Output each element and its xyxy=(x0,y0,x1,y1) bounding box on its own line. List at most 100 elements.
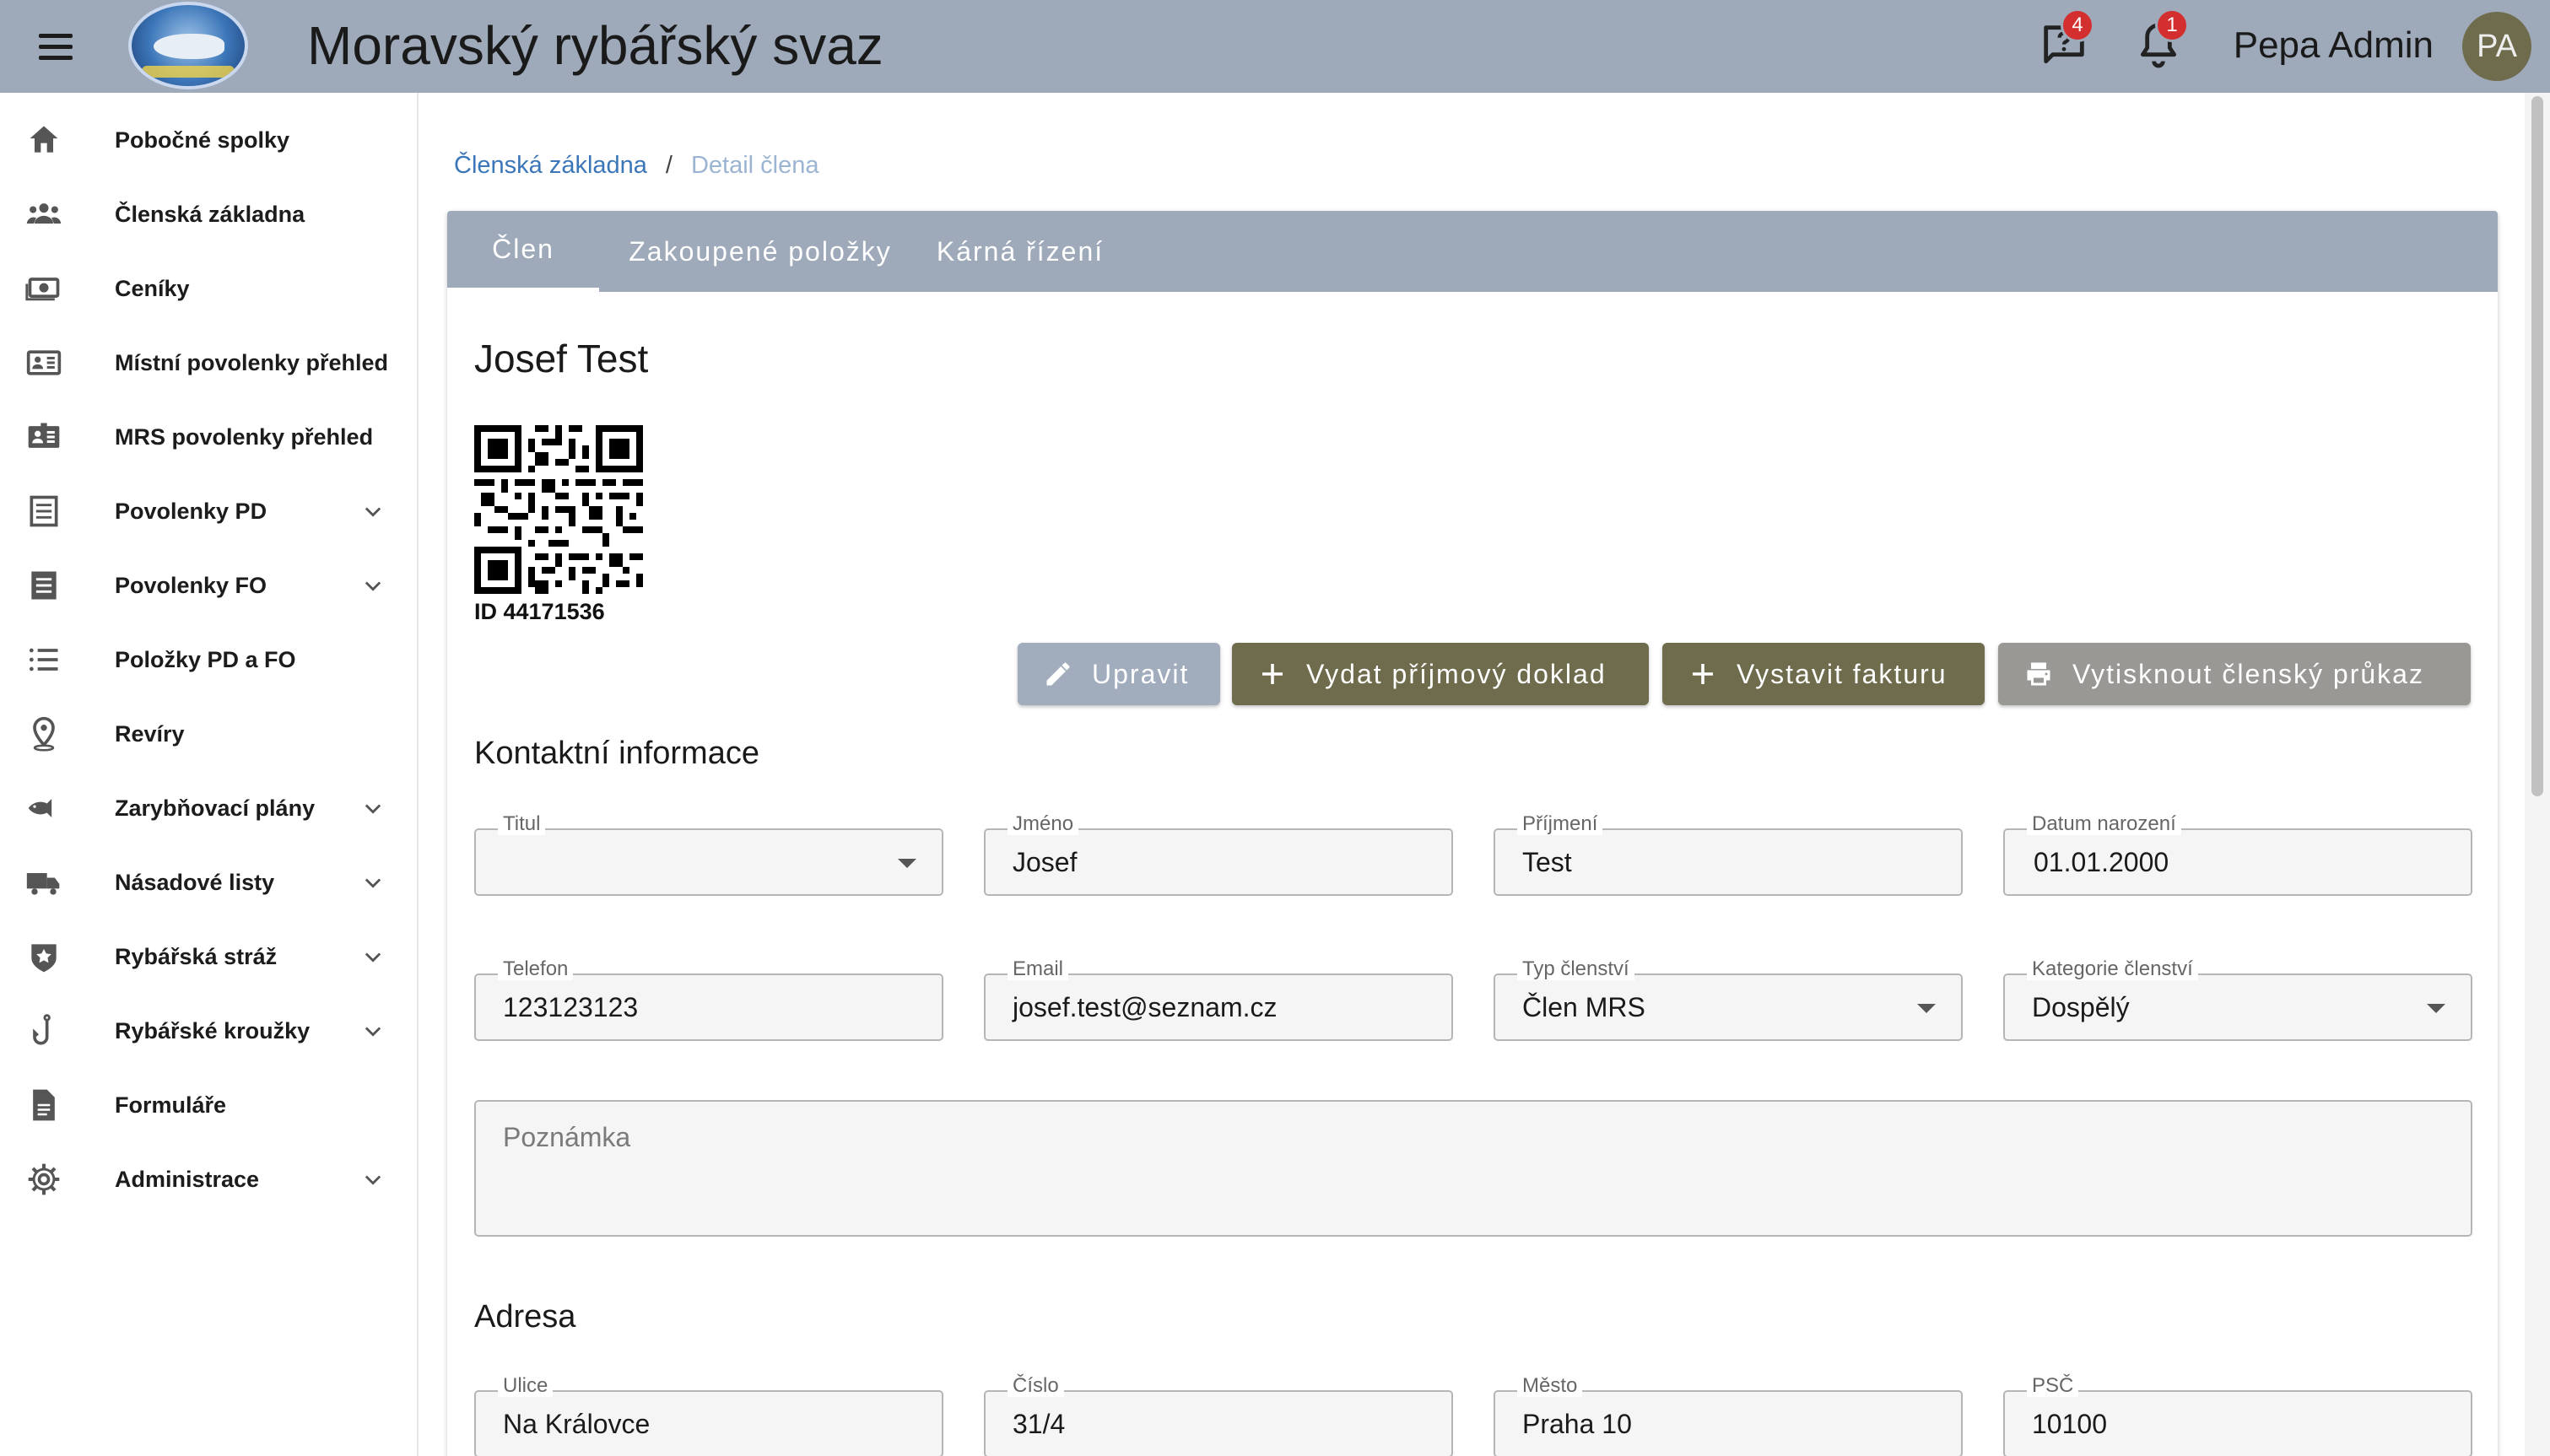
street-value: Na Královce xyxy=(503,1409,651,1439)
sidebar-item-polozky-pd-fo[interactable]: Položky PD a FO xyxy=(0,623,419,697)
phone-field[interactable]: Telefon 123123123 xyxy=(474,958,943,1041)
home-icon xyxy=(30,126,58,153)
member-id: ID 44171536 xyxy=(474,599,605,624)
birth-date-value: 01.01.2000 xyxy=(2034,847,2169,877)
gear-icon xyxy=(28,1163,60,1195)
tab-karna-rizeni[interactable]: Kárná řízení xyxy=(913,211,1127,292)
app-bar: Moravský rybářský svaz 4 1 Pepa Admin PA xyxy=(0,0,2550,93)
mrs-logo[interactable] xyxy=(128,2,248,89)
sidebar-item-label: MRS povolenky přehled xyxy=(115,423,374,450)
issue-receipt-button-label: Vydat příjmový doklad xyxy=(1306,658,1607,689)
member-card: Člen Zakoupené položky Kárná řízení Jose… xyxy=(447,211,2498,1456)
chevron-down-icon[interactable] xyxy=(361,945,385,968)
create-invoice-button[interactable]: Vystavit fakturu xyxy=(1662,643,1985,705)
sidebar-item-ceniky[interactable]: Ceníky xyxy=(0,251,419,326)
city-value: Praha 10 xyxy=(1522,1409,1632,1439)
city-field[interactable]: Město Praha 10 xyxy=(1494,1375,1963,1456)
sidebar-item-administrace[interactable]: Administrace xyxy=(0,1142,419,1216)
zip-value: 10100 xyxy=(2032,1409,2107,1439)
sidebar-item-clenska-zakladna[interactable]: Členská základna xyxy=(0,177,419,251)
phone-label: Telefon xyxy=(498,958,574,980)
email-value: josef.test@seznam.cz xyxy=(1013,992,1278,1022)
chevron-down-icon[interactable] xyxy=(361,499,385,523)
membership-type-select[interactable]: Typ členství Člen MRS xyxy=(1494,958,1963,1041)
sidebar-item-label: Pobočné spolky xyxy=(115,127,290,153)
sidebar: Pobočné spolky Členská základna Ceníky M… xyxy=(0,93,419,1456)
edit-button-label: Upravit xyxy=(1092,658,1190,689)
fish-icon xyxy=(28,799,52,817)
note-textarea[interactable]: Poznámka xyxy=(474,1100,2472,1237)
sidebar-item-povolenky-fo[interactable]: Povolenky FO xyxy=(0,548,419,623)
sidebar-item-mrs-povolenky[interactable]: MRS povolenky přehled xyxy=(0,400,419,474)
edit-button[interactable]: Upravit xyxy=(1018,643,1220,705)
last-name-label: Příjmení xyxy=(1517,813,1603,835)
breadcrumb-current: Detail člena xyxy=(690,152,819,179)
page-scrollbar[interactable] xyxy=(2525,93,2550,1456)
scrollbar-thumb[interactable] xyxy=(2531,96,2543,796)
plus-icon xyxy=(1262,664,1283,684)
sidebar-item-label: Místní povolenky přehled xyxy=(115,349,389,375)
sidebar-item-reviry[interactable]: Revíry xyxy=(0,697,419,771)
birth-date-field[interactable]: Datum narození 01.01.2000 xyxy=(2003,813,2472,896)
sidebar-item-rybarske-krouzky[interactable]: Rybářské kroužky xyxy=(0,994,419,1068)
note-placeholder: Poznámka xyxy=(503,1122,631,1152)
tab-clen[interactable]: Člen xyxy=(447,211,599,292)
city-label: Město xyxy=(1517,1375,1583,1397)
address-section-title: Adresa xyxy=(474,1299,576,1335)
messages-badge: 4 xyxy=(2061,8,2094,42)
zip-field[interactable]: PSČ 10100 xyxy=(2003,1375,2472,1456)
birth-date-label: Datum narození xyxy=(2027,813,2181,835)
sidebar-item-povolenky-pd[interactable]: Povolenky PD xyxy=(0,474,419,548)
tab-zakoupene-polozky[interactable]: Zakoupené položky xyxy=(614,211,906,292)
membership-type-label: Typ členství xyxy=(1517,958,1634,980)
sidebar-item-label: Administrace xyxy=(115,1166,260,1192)
hook-icon xyxy=(33,1014,51,1045)
sidebar-item-label: Položky PD a FO xyxy=(115,646,296,672)
chevron-down-icon[interactable] xyxy=(361,871,385,894)
title-select[interactable]: Titul xyxy=(474,813,943,896)
street-field[interactable]: Ulice Na Královce xyxy=(474,1375,943,1456)
house-number-field[interactable]: Číslo 31/4 xyxy=(984,1375,1453,1456)
dropdown-arrow-icon xyxy=(1917,1004,1936,1013)
avatar[interactable]: PA xyxy=(2462,12,2531,81)
id-card-filled-icon xyxy=(28,423,60,448)
app-title: Moravský rybářský svaz xyxy=(307,15,883,76)
last-name-field[interactable]: Příjmení Test xyxy=(1494,813,1963,896)
hamburger-menu-icon[interactable] xyxy=(32,25,79,67)
membership-category-label: Kategorie členství xyxy=(2027,958,2198,980)
notifications-badge: 1 xyxy=(2155,8,2189,42)
first-name-field[interactable]: Jméno Josef xyxy=(984,813,1453,896)
last-name-value: Test xyxy=(1522,847,1572,877)
messages-button[interactable]: 4 xyxy=(2037,8,2094,73)
membership-category-value: Dospělý xyxy=(2032,992,2130,1022)
sidebar-item-zarybnovaci-plany[interactable]: Zarybňovací plány xyxy=(0,771,419,845)
sidebar-item-label: Povolenky FO xyxy=(115,572,267,598)
sidebar-item-mistni-povolenky[interactable]: Místní povolenky přehled xyxy=(0,326,419,400)
badge-icon xyxy=(31,944,57,973)
sidebar-item-nasadove-listy[interactable]: Násadové listy xyxy=(0,845,419,919)
sidebar-item-label: Formuláře xyxy=(115,1092,227,1118)
sidebar-item-rybarska-straz[interactable]: Rybářská stráž xyxy=(0,919,419,994)
house-number-label: Číslo xyxy=(1008,1375,1064,1397)
sidebar-item-formulare[interactable]: Formuláře xyxy=(0,1068,419,1142)
sidebar-item-label: Rybářská stráž xyxy=(115,943,278,969)
breadcrumb-parent-link[interactable]: Členská základna xyxy=(454,152,647,179)
email-field[interactable]: Email josef.test@seznam.cz xyxy=(984,958,1453,1041)
title-label: Titul xyxy=(498,813,546,835)
tab-bar: Člen Zakoupené položky Kárná řízení xyxy=(447,211,2498,292)
id-card-icon xyxy=(26,350,62,375)
chevron-down-icon[interactable] xyxy=(361,1019,385,1043)
truck-icon xyxy=(26,873,60,895)
email-label: Email xyxy=(1008,958,1069,980)
notifications-button[interactable]: 1 xyxy=(2131,8,2189,73)
chevron-down-icon[interactable] xyxy=(361,574,385,597)
sidebar-item-pobocne-spolky[interactable]: Pobočné spolky xyxy=(0,103,419,177)
user-name[interactable]: Pepa Admin xyxy=(2234,19,2434,73)
membership-category-select[interactable]: Kategorie členství Dospělý xyxy=(2003,958,2472,1041)
sidebar-item-label: Rybářské kroužky xyxy=(115,1017,311,1043)
chevron-down-icon[interactable] xyxy=(361,1167,385,1191)
print-card-button[interactable]: Vytisknout členský průkaz xyxy=(1998,643,2471,705)
location-icon xyxy=(33,716,55,752)
chevron-down-icon[interactable] xyxy=(361,796,385,820)
issue-receipt-button[interactable]: Vydat příjmový doklad xyxy=(1232,643,1649,705)
